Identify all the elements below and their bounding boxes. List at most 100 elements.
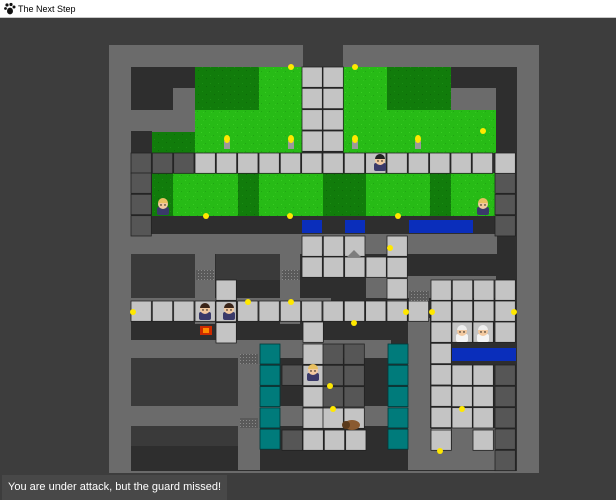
floor-tile bbox=[301, 300, 323, 322]
torch-flame-icon bbox=[352, 135, 358, 143]
floor-tile bbox=[237, 152, 259, 174]
floor-tile bbox=[494, 321, 516, 343]
floor-tile bbox=[494, 193, 516, 216]
player-crawling[interactable] bbox=[342, 420, 360, 430]
floor-tile bbox=[407, 152, 430, 174]
floor-tile bbox=[130, 152, 152, 174]
torch-flame-icon bbox=[224, 135, 230, 143]
floor-tile bbox=[322, 87, 344, 110]
torch-flame-icon bbox=[415, 135, 421, 143]
floor-tile bbox=[323, 429, 346, 451]
locker-tile bbox=[259, 428, 281, 450]
lamp-icon bbox=[352, 64, 358, 70]
floor-tile bbox=[322, 386, 344, 408]
floor-tile bbox=[343, 343, 365, 365]
lamp-icon bbox=[429, 309, 435, 315]
floor-tile bbox=[494, 364, 516, 386]
locker-tile bbox=[259, 386, 281, 408]
guard-blond-right[interactable] bbox=[477, 198, 489, 215]
floor-tile bbox=[281, 364, 303, 386]
scientist-right[interactable] bbox=[477, 325, 489, 342]
floor-tile bbox=[386, 256, 408, 279]
locker-tile bbox=[387, 386, 409, 408]
floor-tile bbox=[473, 279, 495, 301]
game-viewport[interactable]: You are under attack, but the guard miss… bbox=[0, 18, 616, 500]
floor-tile bbox=[322, 130, 344, 152]
floor-tile bbox=[301, 235, 323, 257]
floor-tile bbox=[472, 364, 494, 386]
game-map[interactable] bbox=[0, 18, 616, 500]
lamp-icon bbox=[437, 448, 443, 454]
floor-tile bbox=[301, 130, 323, 152]
floor-tile bbox=[494, 279, 516, 301]
floor-tile bbox=[472, 407, 494, 429]
floor-tile bbox=[322, 152, 344, 174]
floor-tile bbox=[494, 215, 516, 237]
floor-tile bbox=[386, 152, 408, 174]
floor-tile bbox=[302, 429, 324, 451]
floor-tile bbox=[343, 300, 366, 322]
floor-tile bbox=[301, 256, 323, 278]
floor-tile bbox=[472, 429, 494, 451]
lamp-icon bbox=[480, 128, 486, 134]
floor-tile bbox=[215, 152, 238, 174]
floor-tile bbox=[173, 300, 195, 322]
floor-tile bbox=[302, 321, 324, 343]
lamp-icon bbox=[287, 213, 293, 219]
locker-tile bbox=[259, 343, 281, 365]
floor-tile bbox=[279, 152, 302, 174]
floor-tile bbox=[151, 152, 174, 174]
floor-tile bbox=[322, 300, 344, 322]
floor-tile bbox=[430, 429, 452, 451]
floor-tile bbox=[322, 256, 345, 278]
floor-tile bbox=[215, 322, 237, 344]
floor-tile bbox=[322, 109, 344, 131]
floor-tile bbox=[494, 428, 516, 450]
floor-tile bbox=[430, 364, 452, 386]
garden-lower bbox=[152, 173, 496, 216]
floor-tile bbox=[494, 152, 516, 174]
floor-tile bbox=[494, 385, 516, 408]
floor-tile bbox=[258, 300, 280, 322]
floor-tile bbox=[301, 87, 323, 110]
floor-tile bbox=[430, 279, 452, 301]
locker-tile bbox=[387, 428, 409, 450]
floor-tile bbox=[407, 300, 430, 322]
floor-tile bbox=[430, 342, 452, 365]
lamp-icon bbox=[288, 64, 294, 70]
floor-tile bbox=[451, 300, 474, 322]
floor-tile bbox=[451, 385, 473, 408]
locker-tile bbox=[387, 343, 409, 365]
lamp-icon bbox=[288, 299, 294, 305]
lamp-icon bbox=[351, 320, 357, 326]
floor-tile bbox=[494, 407, 516, 429]
floor-tile bbox=[173, 152, 195, 174]
title-bar: The Next Step bbox=[0, 0, 616, 18]
floor-tile bbox=[430, 406, 452, 429]
floor-tile bbox=[430, 321, 452, 343]
lamp-icon bbox=[203, 213, 209, 219]
guard-dark-left[interactable] bbox=[199, 303, 211, 320]
guard-blond-left[interactable] bbox=[157, 198, 169, 215]
floor-tile bbox=[344, 256, 366, 278]
scientist-left[interactable] bbox=[456, 325, 468, 342]
guard-blond-upper[interactable] bbox=[374, 154, 386, 171]
floor-tile bbox=[322, 343, 344, 365]
floor-tile bbox=[343, 364, 365, 387]
floor-tile bbox=[301, 109, 323, 131]
lamp-icon bbox=[403, 309, 409, 315]
floor-tile bbox=[301, 66, 323, 88]
floor-tile bbox=[215, 279, 237, 301]
floor-tile bbox=[430, 385, 452, 407]
floor-tile bbox=[302, 407, 324, 429]
floor-tile bbox=[322, 66, 344, 88]
guard-blond-lower[interactable] bbox=[307, 364, 319, 381]
lamp-icon bbox=[330, 406, 336, 412]
floor-tile bbox=[472, 385, 494, 408]
torch-flame-icon bbox=[288, 135, 294, 143]
guard-dark-right[interactable] bbox=[223, 303, 235, 320]
locker-tile bbox=[259, 364, 281, 386]
floor-tile bbox=[302, 343, 324, 365]
status-message: You are under attack, but the guard miss… bbox=[8, 481, 222, 493]
floor-tile bbox=[494, 172, 516, 194]
